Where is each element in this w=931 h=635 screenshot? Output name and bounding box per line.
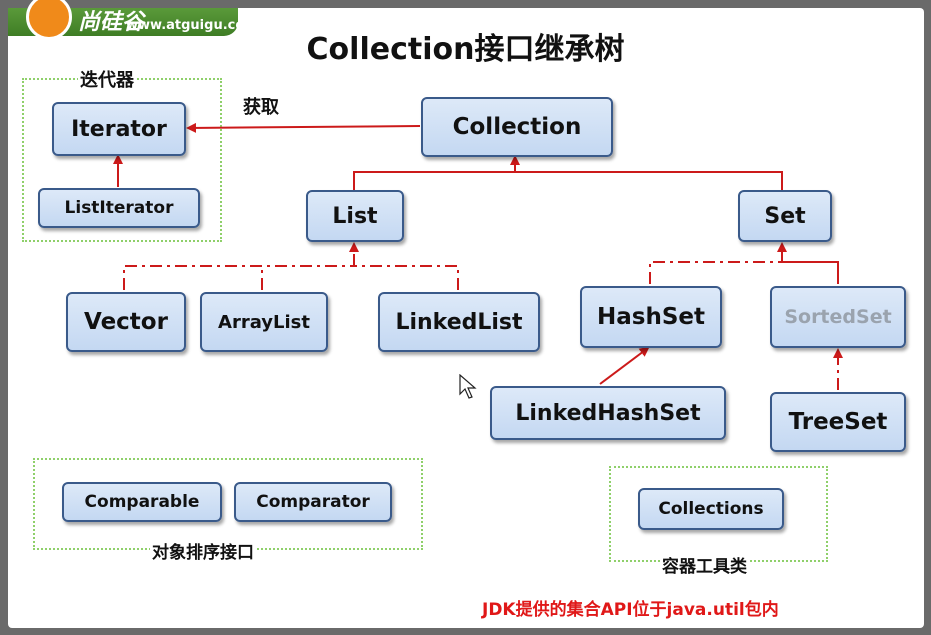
node-comparable: Comparable [62, 482, 222, 522]
mouse-cursor-icon [459, 374, 477, 399]
screen: 尚硅谷 www.atguigu.com Collection接口继承树 迭代器 … [0, 0, 931, 635]
node-collections: Collections [638, 488, 784, 530]
node-list-iterator: ListIterator [38, 188, 200, 228]
node-sorted-set: SortedSet [770, 286, 906, 348]
edge-collection-to-iterator [186, 122, 421, 133]
node-iterator: Iterator [52, 102, 186, 156]
edge-linkedhashset-to-hashset [599, 346, 650, 385]
node-linked-list: LinkedList [378, 292, 540, 352]
node-hash-set: HashSet [580, 286, 722, 348]
node-list: List [306, 190, 404, 242]
tools-group-label: 容器工具类 [660, 552, 749, 577]
node-comparator: Comparator [234, 482, 392, 522]
node-collection: Collection [421, 97, 613, 157]
edge-set-to-collection [515, 171, 783, 190]
node-vector: Vector [66, 292, 186, 352]
edge-list-to-collection [353, 171, 515, 190]
edge-sortedset-to-set [782, 261, 839, 284]
node-tree-set: TreeSet [770, 392, 906, 452]
edge-linkedlist-to-list [354, 265, 459, 290]
node-set: Set [738, 190, 832, 242]
node-array-list: ArrayList [200, 292, 328, 352]
iterator-group-label: 迭代器 [78, 66, 136, 92]
edge-hashset-to-set [649, 261, 782, 284]
obtain-edge-label: 获取 [243, 97, 279, 118]
node-linked-hash-set: LinkedHashSet [490, 386, 726, 440]
footer-note: JDK提供的集合API位于java.util包内 [482, 600, 779, 620]
edge-vector-to-list [123, 265, 354, 290]
compare-group-label: 对象排序接口 [150, 538, 256, 563]
